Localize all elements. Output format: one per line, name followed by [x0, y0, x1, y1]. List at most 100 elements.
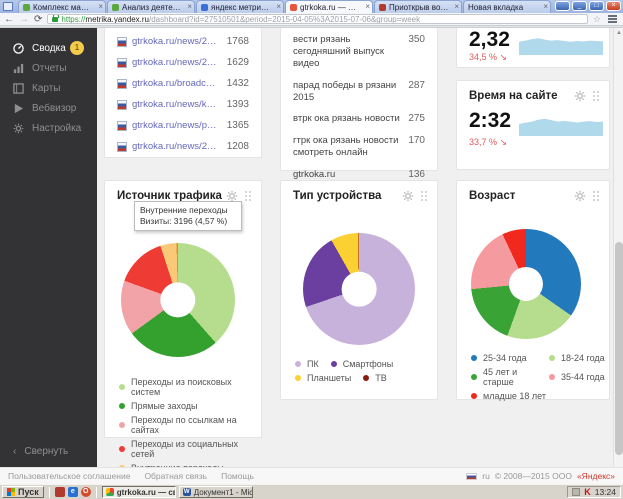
opera-icon[interactable]: O: [80, 487, 91, 497]
browser-menu-icon[interactable]: [608, 18, 617, 20]
gear-icon[interactable]: [574, 90, 586, 102]
tooltip-title: Внутренние переходы: [140, 205, 228, 215]
footer-link-help[interactable]: Помощь: [221, 471, 254, 481]
clock[interactable]: 13:24: [595, 487, 616, 497]
legend-item[interactable]: ПК: [295, 359, 319, 369]
legend-item[interactable]: 45 лет и старше: [471, 367, 547, 387]
internet-explorer-icon[interactable]: e: [67, 487, 78, 497]
task-button-chrome[interactable]: gtrkoka.ru — сводка ...: [101, 486, 176, 498]
quick-launch-icon-1[interactable]: [54, 487, 65, 497]
page-link[interactable]: gtrkoka.ru/news/proisshest...: [132, 120, 218, 131]
tab-label: Комплекс маркетинга :...: [33, 3, 93, 12]
tab-close-icon[interactable]: ×: [98, 2, 103, 11]
address-bar[interactable]: https://metrika.yandex.ru/dashboard?id=2…: [47, 14, 588, 24]
tab-4-active[interactable]: gtrkoka.ru — сводка — ... ×: [285, 0, 373, 13]
sidebar-item-reports[interactable]: Отчеты: [0, 58, 97, 78]
browser-toolbar: ← → ⟳ https://metrika.yandex.ru/dashboar…: [0, 13, 623, 26]
maximize-button[interactable]: □: [589, 1, 604, 11]
gear-icon[interactable]: [574, 190, 586, 202]
page-link[interactable]: gtrkoka.ru/news/kultura.html: [132, 99, 218, 110]
drag-handle-icon[interactable]: [593, 191, 595, 193]
chrome-icon: [105, 488, 114, 496]
visits-value: 136: [408, 169, 425, 180]
scroll-up-icon[interactable]: ▲: [614, 28, 623, 38]
legend-item[interactable]: Планшеты: [295, 373, 351, 383]
page-link[interactable]: gtrkoka.ru/news/2015/05/22...: [132, 141, 218, 152]
sidebar-item-webvisor[interactable]: Вебвизор: [0, 98, 97, 118]
tab-5[interactable]: Приоткрыв ворота с ж... ×: [374, 0, 462, 13]
gear-icon[interactable]: [402, 190, 414, 202]
tab-3[interactable]: яндекс метрика - Пои... ×: [196, 0, 284, 13]
legend-item[interactable]: Прямые заходы: [119, 401, 261, 411]
panel-top-metric: 2,32 34,5 % ↘: [456, 28, 610, 68]
scrollbar-thumb[interactable]: [615, 242, 623, 455]
drag-handle-icon[interactable]: [245, 191, 247, 193]
device-legend: ПК Смартфоны Планшеты ТВ: [295, 359, 431, 383]
traffic-sources-pie-chart[interactable]: [121, 243, 235, 357]
list-item[interactable]: gtrkoka.ru/news/proisshest... 1365: [105, 115, 261, 136]
tab-close-icon[interactable]: ×: [543, 2, 548, 11]
screen: Комплекс маркетинга :... × Анализ деятел…: [0, 0, 623, 499]
page-link[interactable]: gtrkoka.ru/news/2015/05/08...: [132, 57, 218, 68]
tab-6[interactable]: Новая вкладка ×: [463, 0, 551, 13]
legend-item[interactable]: 25-34 года: [471, 353, 547, 363]
drag-handle-icon[interactable]: [593, 91, 595, 93]
tab-close-icon[interactable]: ×: [454, 2, 459, 11]
list-item[interactable]: gtrkoka.ru/broadcast 1432: [105, 73, 261, 94]
task-button-word[interactable]: W Документ1 - Microsoft ...: [178, 486, 253, 498]
copyright: © 2008—2015 ООО: [494, 471, 572, 481]
window-system-icon[interactable]: [3, 2, 13, 11]
close-button[interactable]: ×: [606, 1, 621, 11]
device-type-pie-chart[interactable]: [303, 233, 415, 345]
tray-icon[interactable]: [572, 488, 581, 496]
footer-link-agreement[interactable]: Пользовательское соглашение: [8, 471, 130, 481]
profile-button[interactable]: [555, 1, 570, 11]
list-item[interactable]: втрк ока рязань новости 275: [281, 108, 437, 130]
tab-1[interactable]: Комплекс маркетинга :... ×: [18, 0, 106, 13]
chart-tooltip: Внутренние переходы Визиты: 3196 (4,57 %…: [134, 201, 242, 232]
legend-item[interactable]: младше 18 лет: [471, 391, 547, 401]
https-padlock-icon[interactable]: [52, 15, 60, 22]
sidebar-item-settings[interactable]: Настройка: [0, 118, 97, 138]
tab-close-icon[interactable]: ×: [187, 2, 192, 11]
tab-close-icon[interactable]: ×: [276, 2, 281, 11]
reload-icon[interactable]: ⟳: [34, 14, 42, 25]
footer-link-feedback[interactable]: Обратная связь: [144, 471, 207, 481]
browser-tab-strip: Комплекс маркетинга :... × Анализ деятел…: [0, 0, 623, 13]
legend-item[interactable]: ТВ: [363, 373, 387, 383]
page-link[interactable]: gtrkoka.ru/broadcast: [132, 78, 218, 89]
language-code[interactable]: ru: [482, 471, 490, 481]
start-button[interactable]: Пуск: [2, 486, 44, 498]
legend-item[interactable]: 35-44 года: [549, 367, 609, 387]
tab-close-icon[interactable]: ×: [365, 2, 370, 11]
legend-item[interactable]: Смартфоны: [330, 359, 393, 369]
list-item[interactable]: гтрк ока рязань новости смотреть онлайн …: [281, 130, 437, 164]
language-flag-icon[interactable]: [466, 472, 478, 480]
word-icon: W: [182, 488, 191, 496]
tab-2[interactable]: Анализ деятельности ... ×: [107, 0, 195, 13]
sidebar-item-maps[interactable]: Карты: [0, 78, 97, 98]
list-item[interactable]: gtrkoka.ru/news/2015/05/22... 1208: [105, 136, 261, 157]
legend-item[interactable]: 18-24 года: [549, 353, 609, 363]
list-item[interactable]: gtrkoka.ru/news/kultura.html 1393: [105, 94, 261, 115]
kaspersky-icon[interactable]: K: [584, 487, 591, 497]
back-icon[interactable]: ←: [4, 14, 14, 25]
legend-item[interactable]: Переходы из поисковых систем: [119, 377, 261, 397]
list-item[interactable]: вести рязань сегодняшний выпуск видео 35…: [281, 29, 437, 75]
age-pie-chart[interactable]: [471, 229, 581, 339]
minimize-button[interactable]: _: [572, 1, 587, 11]
list-item[interactable]: gtrkoka.ru/news/2015/05/08... 1629: [105, 52, 261, 73]
collapse-sidebar-button[interactable]: ‹ Свернуть: [13, 446, 68, 457]
page-link[interactable]: gtrkoka.ru/news/2015/05/07...: [132, 36, 218, 47]
forward-icon[interactable]: →: [19, 14, 29, 25]
sidebar-item-summary[interactable]: Сводка 1: [0, 38, 97, 58]
legend-item[interactable]: Переходы из социальных сетей: [119, 439, 261, 459]
bookmark-star-icon[interactable]: ☆: [593, 14, 601, 25]
list-item[interactable]: gtrkoka.ru/news/2015/05/07... 1768: [105, 31, 261, 52]
list-item[interactable]: парад победы в рязани 2015 287: [281, 75, 437, 109]
legend-item[interactable]: Переходы по ссылкам на сайтах: [119, 415, 261, 435]
notification-badge[interactable]: 1: [70, 41, 84, 55]
delta-value: 33,7 % ↘: [469, 137, 508, 147]
vertical-scrollbar[interactable]: ▲: [613, 28, 623, 467]
drag-handle-icon[interactable]: [421, 191, 423, 193]
